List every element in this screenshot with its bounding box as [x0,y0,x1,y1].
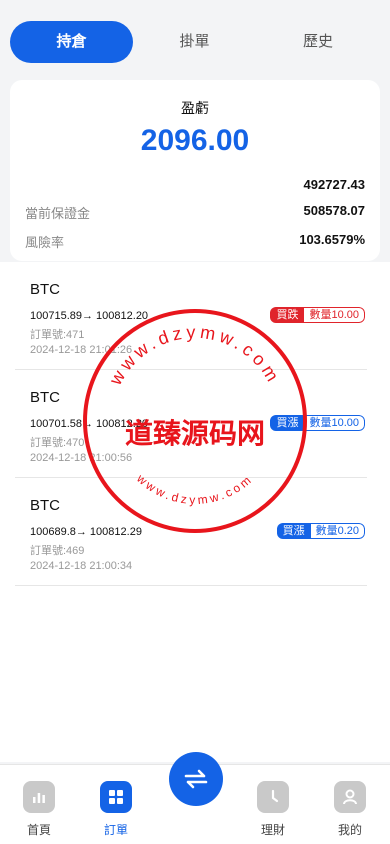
bar-chart-icon [23,781,55,813]
order-number: 訂單號:470 [30,437,85,449]
order-time: 2024-12-18 21:00:56 [30,452,133,464]
tab-history[interactable]: 歷史 [256,21,380,63]
balance-value: 492727.43 [303,177,365,192]
order-item[interactable]: BTC 100689.8→ 100812.29 訂單號:469 2024-12-… [15,478,367,586]
nav-home-label: 首頁 [26,823,51,837]
order-side-badge: 買漲 數量10.00 [270,415,365,431]
order-quantity: 數量10.00 [304,307,365,323]
nav-orders-label: 訂單 [103,823,128,837]
order-side: 買漲 [276,523,311,539]
nav-wealth-label: 理財 [260,823,285,837]
order-time: 2024-12-18 21:01:26 [30,344,133,356]
order-number: 訂單號:469 [30,545,85,557]
order-quantity: 數量0.20 [310,523,365,539]
user-icon [334,781,366,813]
nav-orders[interactable]: 訂單 [86,781,146,838]
order-symbol: BTC [30,281,60,298]
pnl-label: 盈虧 [181,100,209,116]
order-price: 100701.58→ 100812.20 [30,418,149,430]
tab-pending-orders[interactable]: 掛單 [133,21,256,63]
order-price: 100715.89→ 100812.20 [30,310,149,322]
tab-positions[interactable]: 持倉 [10,21,133,63]
margin-label: 當前保證金 [25,206,91,221]
risk-row: 風險率 103.6579% [25,232,365,252]
risk-value: 103.6579% [299,232,365,247]
grid-icon [100,781,132,813]
pnl-value: 2096.00 [140,124,250,157]
nav-wealth[interactable]: 理財 [243,781,303,838]
nav-profile[interactable]: 我的 [320,781,380,838]
order-list: BTC 100715.89→ 100812.20 訂單號:471 2024-12… [0,262,390,762]
margin-row: 當前保證金 508578.07 [25,203,365,223]
order-side: 買漲 [270,415,305,431]
margin-value: 508578.07 [303,203,365,218]
clock-icon [257,781,289,813]
position-tabs: 持倉 掛單 歷史 [10,21,380,63]
account-summary-card: 盈虧 2096.00 492727.43 當前保證金 508578.07 風險率… [10,80,380,261]
order-number: 訂單號:471 [30,329,85,341]
swap-arrows-icon [184,769,208,789]
order-time: 2024-12-18 21:00:34 [30,560,133,572]
order-symbol: BTC [30,389,60,406]
order-symbol: BTC [30,497,60,514]
nav-profile-label: 我的 [337,823,362,837]
order-item[interactable]: BTC 100715.89→ 100812.20 訂單號:471 2024-12… [15,262,367,370]
order-item[interactable]: BTC 100701.58→ 100812.20 訂單號:470 2024-12… [15,370,367,478]
risk-label: 風險率 [25,235,65,250]
order-side-badge: 買跌 數量10.00 [270,307,365,323]
order-quantity: 數量10.00 [304,415,365,431]
balance-row: 492727.43 [25,177,365,197]
trade-swap-button[interactable] [169,752,223,806]
order-side: 買跌 [270,307,305,323]
order-price: 100689.8→ 100812.29 [30,526,142,538]
nav-home[interactable]: 首頁 [9,781,69,838]
order-side-badge: 買漲 數量0.20 [276,523,365,539]
